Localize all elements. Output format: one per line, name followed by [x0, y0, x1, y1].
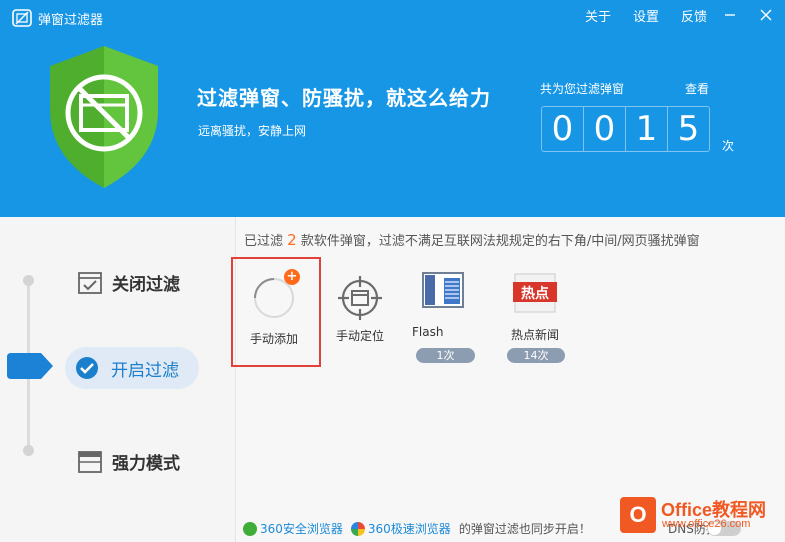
notice-suffix: 款软件弹窗，过滤不满足互联网法规规定的右下角/中间/网页骚扰弹窗	[300, 234, 700, 249]
mode-label: 开启过滤	[111, 360, 179, 381]
top-menu: 关于 设置 反馈	[563, 5, 779, 25]
watermark-url: www.office26.com	[662, 518, 751, 530]
counter-digit: 1	[626, 107, 668, 151]
mode-label: 强力模式	[112, 454, 180, 474]
rail-dot	[23, 275, 34, 286]
check-circle-icon	[76, 357, 98, 379]
filter-counter: 0 0 1 5	[541, 106, 710, 152]
mode-enable-filter[interactable]: 开启过滤	[65, 347, 199, 389]
menu-settings[interactable]: 设置	[633, 6, 659, 25]
counter-view-link[interactable]: 查看	[685, 80, 709, 97]
mode-strong[interactable]: 强力模式	[78, 449, 180, 474]
hot-news-icon-text: 热点	[521, 285, 549, 302]
close-icon	[760, 9, 772, 21]
tile-label: Flash	[412, 325, 444, 339]
filter-notice: 已过滤 2 款软件弹窗，过滤不满足互联网法规规定的右下角/中间/网页骚扰弹窗	[244, 230, 700, 249]
counter-unit: 次	[722, 139, 735, 153]
subline: 远离骚扰，安静上网	[198, 124, 307, 138]
360-speed-browser-icon	[350, 521, 365, 536]
tile-manual-locate[interactable]: 手动定位	[328, 268, 392, 344]
counter-digit: 0	[542, 107, 584, 151]
mode-pointer-icon[interactable]	[7, 353, 53, 379]
notice-count: 2	[287, 231, 297, 249]
tile-label: 手动添加	[249, 332, 298, 346]
browser-link-speed[interactable]: 360极速浏览器	[368, 520, 451, 537]
tile-label: 热点新闻	[510, 328, 559, 342]
360-safe-browser-icon	[243, 521, 257, 536]
close-button[interactable]	[753, 5, 779, 25]
mode-label: 关闭过滤	[112, 275, 180, 295]
counter-label: 共为您过滤弹窗	[540, 82, 625, 96]
rail-dot	[23, 445, 34, 456]
window-icon	[78, 450, 102, 473]
footer-text: 的弹窗过滤也同步开启！	[458, 522, 591, 536]
plus-badge-icon[interactable]: +	[284, 269, 300, 285]
tile-hot-news[interactable]: 热点 热点新闻	[503, 272, 567, 343]
app-logo-icon	[12, 9, 32, 27]
shield-icon	[50, 46, 158, 188]
headline: 过滤弹窗、防骚扰，就这么给力	[197, 86, 491, 110]
count-pill: 1次	[416, 348, 475, 363]
footer: 360安全浏览器 360极速浏览器 的弹窗过滤也同步开启！	[243, 520, 591, 537]
hot-news-icon: 热点	[513, 273, 557, 313]
tile-flash[interactable]: Flash	[410, 272, 470, 339]
office-logo-icon: O	[620, 497, 656, 533]
menu-about[interactable]: 关于	[585, 6, 611, 25]
count-pill: 14次	[507, 348, 565, 363]
flash-window-icon	[422, 272, 464, 308]
watermark: O Office教程网 www.office26.com	[620, 492, 785, 542]
app-title: 弹窗过滤器	[38, 13, 104, 28]
tile-label: 手动定位	[335, 329, 384, 343]
minimize-icon	[725, 14, 735, 16]
browser-link-safe[interactable]: 360安全浏览器	[260, 520, 343, 537]
header: 弹窗过滤器 关于 设置 反馈 过滤弹窗、防骚扰，就这么给力 远离骚扰，安静上网 …	[0, 0, 785, 217]
menu-feedback[interactable]: 反馈	[681, 6, 707, 25]
mode-close-filter[interactable]: 关闭过滤	[78, 270, 180, 295]
checklist-icon	[78, 271, 102, 294]
minimize-button[interactable]	[717, 5, 743, 25]
crosshair-icon	[338, 276, 382, 320]
notice-prefix: 已过滤	[244, 234, 284, 249]
counter-digit: 5	[677, 109, 700, 149]
counter-digit: 0	[584, 107, 626, 151]
